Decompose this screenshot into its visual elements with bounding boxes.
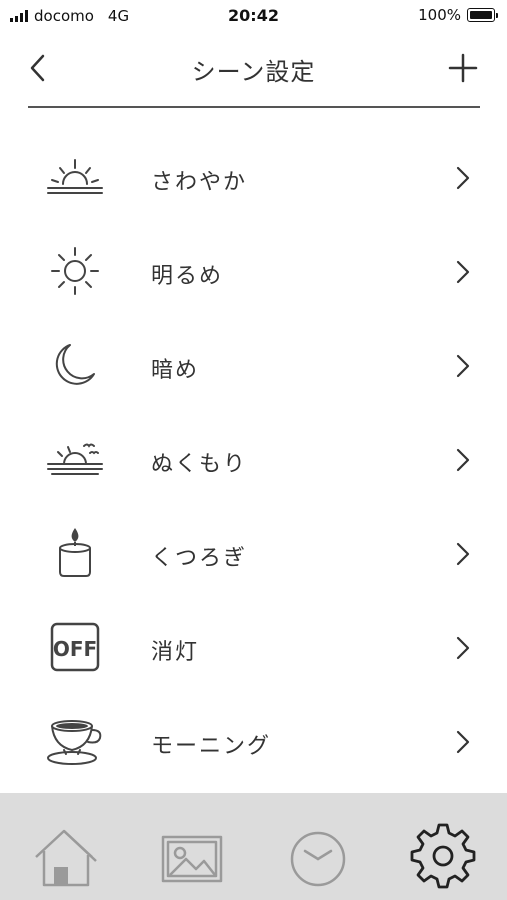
clock-icon — [290, 831, 346, 887]
scene-item-akarume[interactable]: 明るめ — [0, 226, 507, 320]
plus-icon — [448, 53, 478, 83]
chevron-right-icon — [456, 354, 470, 378]
scene-label: 暗め — [151, 358, 200, 383]
battery-icon — [467, 8, 498, 22]
scene-item-kutsurogi[interactable]: くつろぎ — [0, 508, 507, 602]
chevron-right-icon — [456, 636, 470, 660]
sunrise-icon — [47, 159, 103, 194]
page-title: シーン設定 — [191, 58, 316, 86]
off-icon: OFF — [50, 622, 100, 672]
scene-label: 消灯 — [151, 640, 200, 665]
scene-list: さわやか 明るめ 暗め ぬくもり くつろぎ OFF 消灯 モーニング — [0, 132, 507, 790]
tab-home[interactable] — [30, 821, 100, 891]
nav-header: シーン設定 — [0, 30, 507, 108]
scene-item-sawayaka[interactable]: さわやか — [0, 132, 507, 226]
add-scene-button[interactable] — [445, 50, 481, 86]
coffee-cup-icon — [47, 720, 102, 765]
scene-label: モーニング — [151, 734, 272, 759]
header-divider — [28, 106, 480, 108]
chevron-right-icon — [456, 730, 470, 754]
scene-label: 明るめ — [151, 264, 224, 289]
scene-item-morning[interactable]: モーニング — [0, 696, 507, 790]
scene-item-kurame[interactable]: 暗め — [0, 320, 507, 414]
sunset-birds-icon — [47, 443, 103, 475]
tab-timer[interactable] — [283, 821, 353, 891]
status-bar: docomo 4G 20:42 100% — [0, 0, 507, 30]
scene-label: くつろぎ — [151, 546, 248, 571]
tab-bar — [0, 793, 507, 900]
candle-icon — [59, 528, 91, 577]
chevron-right-icon — [456, 260, 470, 284]
image-icon — [161, 835, 223, 883]
moon-icon — [55, 344, 95, 385]
chevron-right-icon — [456, 166, 470, 190]
tab-image[interactable] — [158, 821, 228, 891]
tab-settings[interactable] — [408, 821, 478, 891]
sun-icon — [51, 247, 99, 295]
scene-item-shoutou[interactable]: OFF 消灯 — [0, 602, 507, 696]
status-right: 100% — [418, 6, 498, 24]
battery-percent: 100% — [418, 6, 461, 24]
chevron-right-icon — [456, 448, 470, 472]
scene-label: ぬくもり — [151, 452, 248, 477]
scene-item-nukumori[interactable]: ぬくもり — [0, 414, 507, 508]
svg-text:OFF: OFF — [53, 637, 97, 661]
home-icon — [35, 829, 97, 887]
gear-icon — [410, 823, 476, 889]
chevron-right-icon — [456, 542, 470, 566]
scene-label: さわやか — [151, 170, 248, 195]
